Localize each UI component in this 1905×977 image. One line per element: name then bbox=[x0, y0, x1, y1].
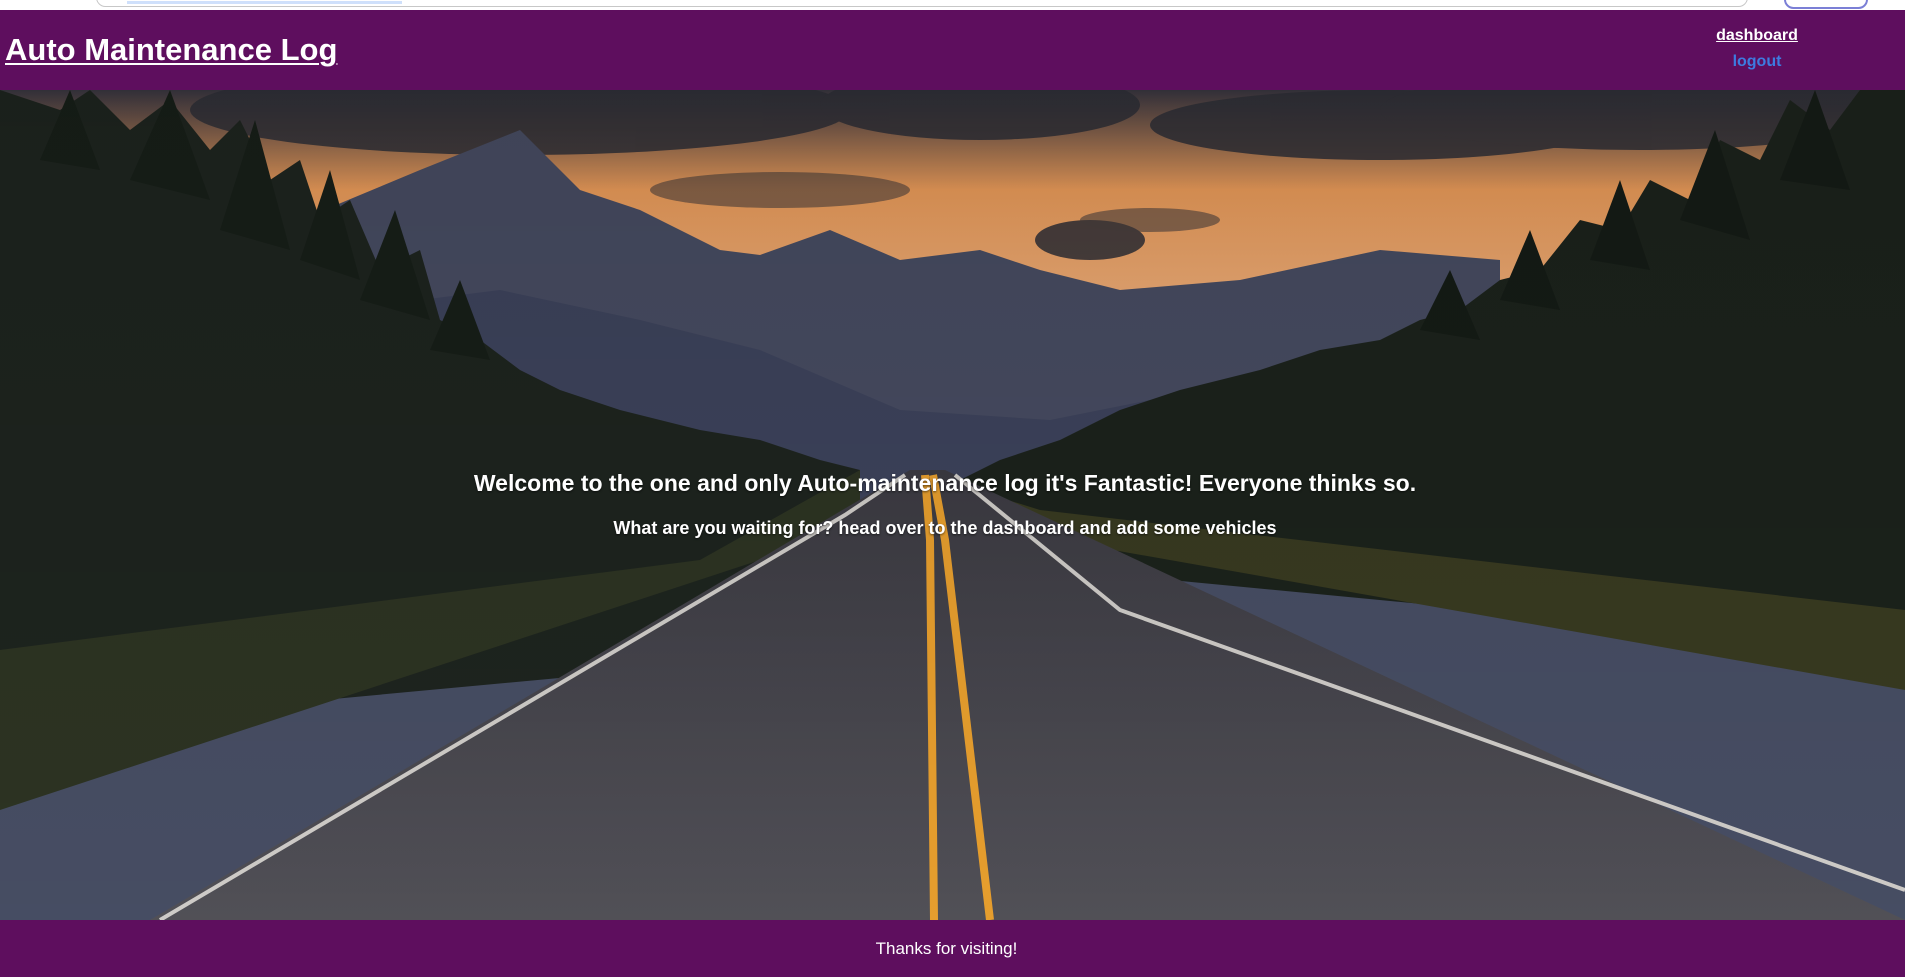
site-header: Auto Maintenance Log dashboard logout bbox=[0, 10, 1905, 90]
hero-heading: Welcome to the one and only Auto-mainten… bbox=[473, 470, 1417, 496]
hero-subheading: What are you waiting for? head over to t… bbox=[613, 518, 1277, 538]
hero-banner: Welcome to the one and only Auto-mainten… bbox=[0, 90, 1905, 920]
site-title-link[interactable]: Auto Maintenance Log bbox=[5, 32, 337, 68]
hero-text-block: Welcome to the one and only Auto-mainten… bbox=[0, 90, 1905, 920]
browser-chrome-strip bbox=[0, 0, 1905, 10]
nav-dashboard-link[interactable]: dashboard bbox=[1697, 23, 1817, 49]
browser-profile-button[interactable] bbox=[1784, 0, 1868, 9]
header-nav: dashboard logout bbox=[1697, 23, 1817, 75]
footer-text: Thanks for visiting! bbox=[875, 939, 1018, 958]
address-selection bbox=[127, 1, 402, 4]
address-bar[interactable] bbox=[96, 0, 1748, 7]
nav-logout-link[interactable]: logout bbox=[1697, 49, 1817, 75]
site-footer: Thanks for visiting! bbox=[0, 920, 1905, 977]
